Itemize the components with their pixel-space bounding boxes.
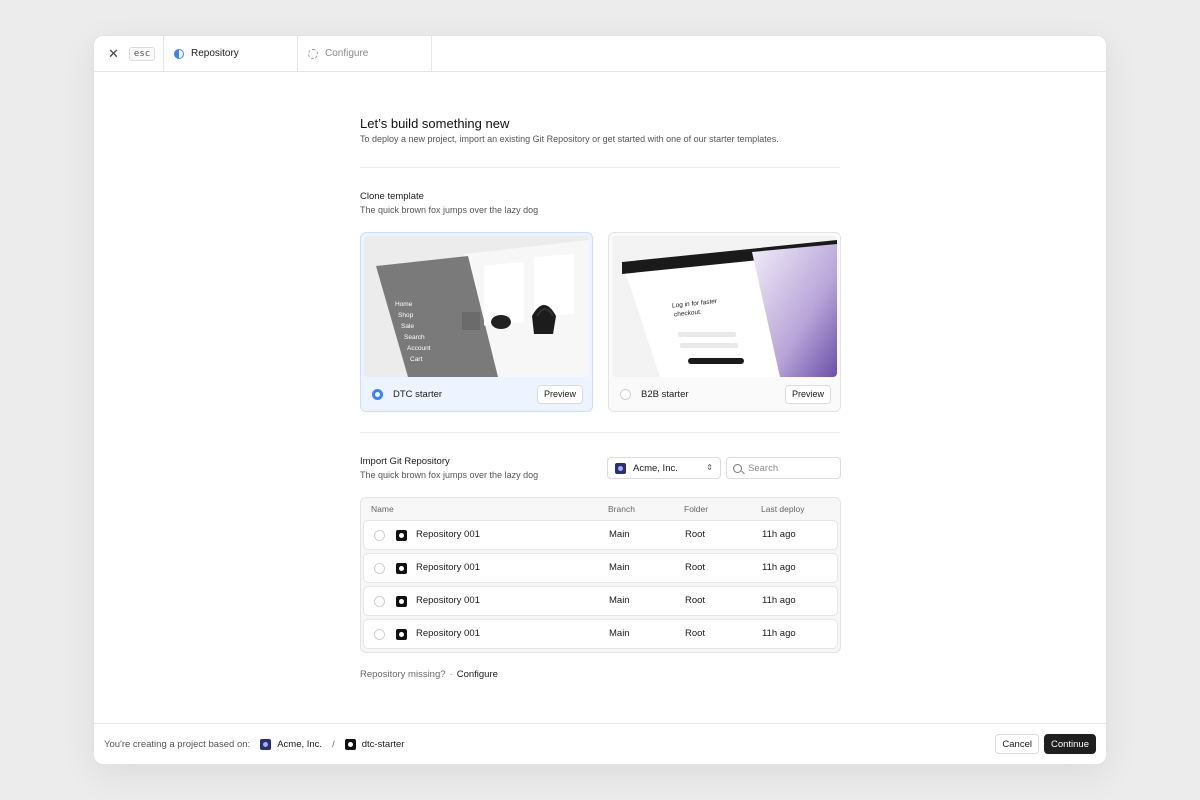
page-subtitle: To deploy a new project, import an exist… [360,134,779,144]
svg-text:Cart: Cart [410,356,422,363]
b2b-template-thumbnail: Log in for faster checkout. [612,236,837,377]
footer-template-name: dtc-starter [361,738,405,750]
table-row[interactable]: Repository 001 Main Root 11h ago [363,586,838,616]
import-repo-title: Import Git Repository [360,456,450,467]
template-card-dtc[interactable]: Home Shop Sale Search Account Cart DTC s… [360,232,593,412]
svg-text:Search: Search [404,334,425,341]
page-title: Let’s build something new [360,116,510,131]
repo-name: Repository 001 [416,529,480,540]
svg-text:Shop: Shop [398,312,414,319]
search-box[interactable] [726,457,841,479]
dtc-template-thumbnail: Home Shop Sale Search Account Cart [364,236,589,377]
repo-last-deploy: 11h ago [762,595,796,606]
repository-missing-line: Repository missing? · Configure [360,669,498,680]
repo-last-deploy: 11h ago [762,562,796,573]
repo-branch: Main [609,595,630,606]
repo-name: Repository 001 [416,628,480,639]
close-area: ✕ esc [94,36,164,71]
repo-name: Repository 001 [416,562,480,573]
svg-text:Sale: Sale [401,323,414,330]
footer-separator: / [332,738,335,750]
chevron-up-down-icon: ⇕ [706,463,713,472]
repo-folder: Root [685,529,706,540]
repo-last-deploy: 11h ago [762,628,796,639]
org-avatar-icon [615,462,626,474]
step-repository[interactable]: Repository [164,36,298,71]
account-select[interactable]: Acme, Inc. ⇕ [607,457,721,479]
dtc-label: DTC starter [393,388,443,400]
github-icon [344,738,356,750]
import-repo-subtitle: The quick brown fox jumps over the lazy … [360,470,539,480]
table-row[interactable]: Repository 001 Main Root 11h ago [363,619,838,649]
repo-folder: Root [685,562,706,573]
b2b-label: B2B starter [641,388,689,400]
repository-missing-text: Repository missing? [360,669,446,680]
svg-text:Account: Account [407,345,431,352]
step-repository-label: Repository [191,48,239,59]
repo-folder: Root [685,628,706,639]
table-row[interactable]: Repository 001 Main Root 11h ago [363,520,838,550]
footer-bar: You're creating a project based on: Acme… [94,723,1106,764]
row-radio[interactable] [374,629,385,640]
progress-pending-icon [308,48,318,59]
search-input[interactable] [748,462,828,474]
dtc-radio[interactable] [372,388,383,400]
close-icon[interactable]: ✕ [108,47,119,60]
esc-shortcut: esc [128,46,156,61]
table-row[interactable]: Repository 001 Main Root 11h ago [363,553,838,583]
footer-actions: Cancel Continue [995,734,1096,754]
github-icon [396,530,407,541]
column-header-folder: Folder [684,504,709,514]
repo-folder: Root [685,595,706,606]
repo-branch: Main [609,628,630,639]
footer-template: dtc-starter [344,738,405,750]
row-radio[interactable] [374,596,385,607]
github-icon [396,596,407,607]
dtc-preview-button[interactable]: Preview [536,384,583,404]
table-header: Name Branch Folder Last deploy [361,498,840,520]
template-card-b2b[interactable]: Log in for faster checkout. B2B starter … [608,232,841,412]
account-select-value: Acme, Inc. [633,462,678,474]
row-radio[interactable] [374,563,385,574]
continue-button[interactable]: Continue [1043,734,1096,754]
modal-window: ✕ esc Repository Configure Let’s build s… [93,35,1107,765]
clone-template-title: Clone template [360,191,424,202]
progress-half-icon [174,48,184,59]
github-icon [396,629,407,640]
separator-dot: · [449,669,453,680]
b2b-card-footer: B2B starter Preview [609,377,840,411]
step-configure-label: Configure [325,48,369,59]
footer-org-name: Acme, Inc. [277,738,323,750]
b2b-preview-button[interactable]: Preview [784,384,831,404]
b2b-radio[interactable] [620,388,631,400]
steps-bar: ✕ esc Repository Configure [94,36,1106,72]
github-icon [396,563,407,574]
configure-link[interactable]: Configure [457,669,498,680]
dtc-card-footer: DTC starter Preview [361,377,592,411]
column-header-name: Name [371,504,394,514]
cancel-button[interactable]: Cancel [995,734,1039,754]
divider [360,167,840,168]
column-header-last-deploy: Last deploy [761,504,805,514]
footer-org: Acme, Inc. [260,738,323,750]
footer-text: You're creating a project based on: [104,738,251,750]
repo-last-deploy: 11h ago [762,529,796,540]
divider [360,432,840,433]
clone-template-subtitle: The quick brown fox jumps over the lazy … [360,205,539,215]
column-header-branch: Branch [608,504,635,514]
svg-text:Home: Home [395,301,413,308]
org-avatar-icon [260,738,272,750]
search-icon [733,463,742,473]
repository-table: Name Branch Folder Last deploy Repositor… [360,497,841,653]
step-configure[interactable]: Configure [298,36,432,71]
repo-branch: Main [609,529,630,540]
repo-branch: Main [609,562,630,573]
row-radio[interactable] [374,530,385,541]
repo-name: Repository 001 [416,595,480,606]
